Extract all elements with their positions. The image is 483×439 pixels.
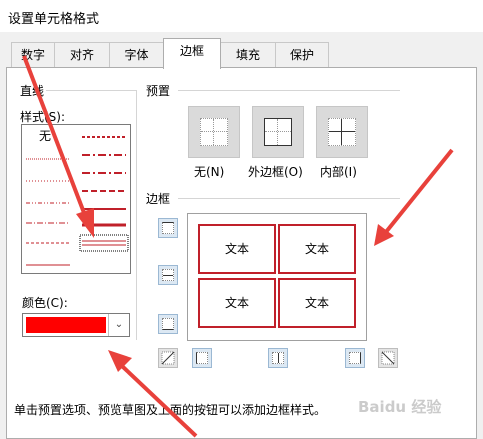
- arrow-head: [76, 208, 94, 238]
- tab-border[interactable]: 边框: [163, 38, 221, 69]
- arrow-to-line-style: [22, 55, 88, 219]
- arrow-head: [108, 350, 132, 372]
- arrow-to-preview: [384, 148, 454, 234]
- arrow-to-color: [120, 364, 198, 438]
- annotation-arrows: [22, 55, 454, 438]
